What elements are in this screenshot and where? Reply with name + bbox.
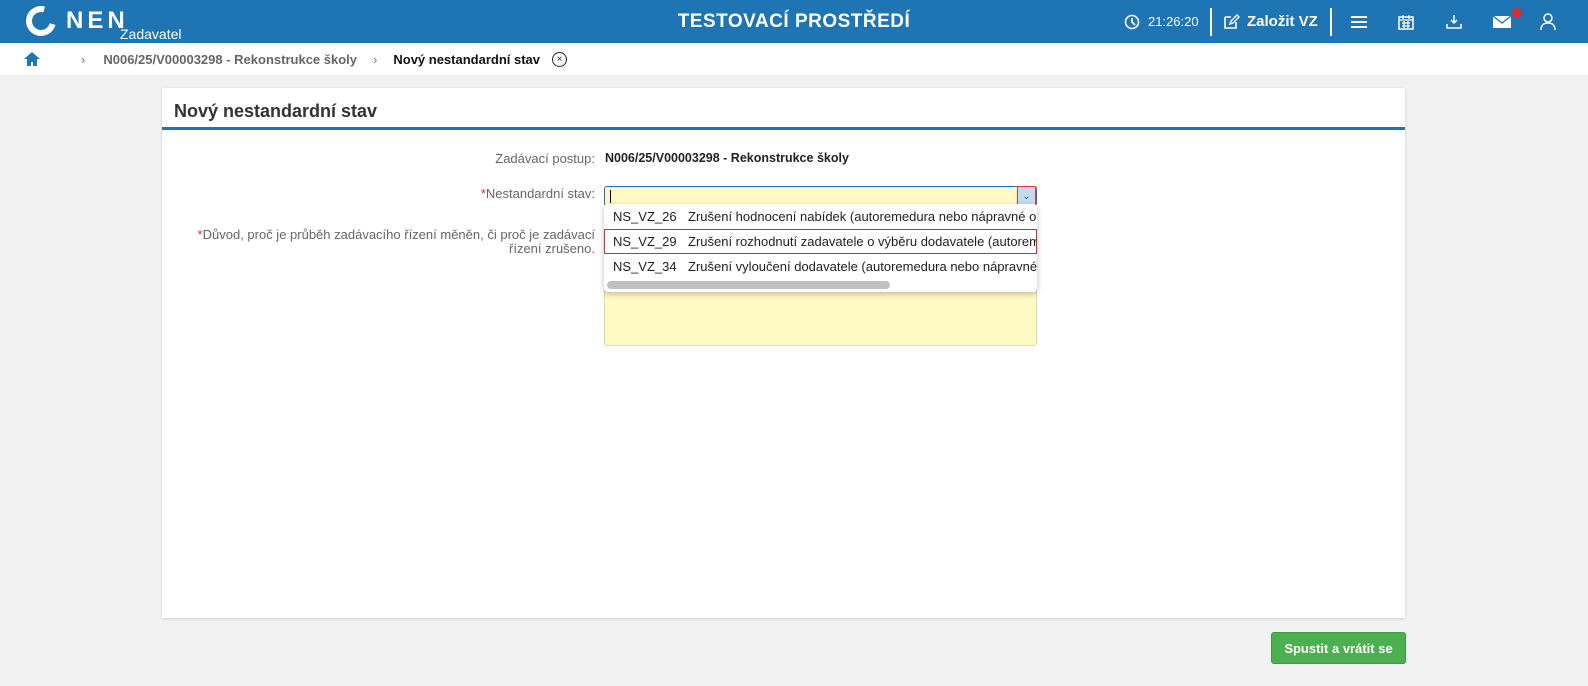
nen-logo-icon[interactable] [20,0,62,42]
mail-icon [1493,14,1511,28]
submit-button[interactable]: Spustit a vrátit se [1271,632,1406,664]
clock-icon [1124,14,1140,29]
text-cursor [610,190,611,203]
state-dropdown-list: NS_VZ_26 Zrušení hodnocení nabídek (autor… [604,204,1037,292]
user-button[interactable] [1540,0,1556,43]
chevron-down-icon[interactable]: ⌄ [1017,186,1036,206]
procedure-value: N006/25/V00003298 - Rekonstrukce školy [605,151,849,165]
calendar-icon [1398,14,1414,30]
time: 21:26:20 [1148,14,1199,29]
download-icon [1446,14,1462,29]
user-icon [1540,12,1556,30]
messages-button[interactable] [1493,0,1522,43]
form-card: Nový nestandardní stav Zadávací postup: … [162,88,1405,618]
chevron-right-icon: › [81,51,86,67]
chevron-right-icon: › [373,51,378,67]
horizontal-scrollbar[interactable] [607,281,890,289]
edit-icon [1224,14,1240,29]
clock: 21:26:20 [1124,0,1199,43]
reason-label: *Důvod, proč je průběh zadávacího řízení… [197,227,595,256]
breadcrumb-current: Nový nestandardní stav [393,51,541,67]
divider [1330,8,1332,36]
top-header: NEN Zadavatel TESTOVACÍ PROSTŘEDÍ 21:26:… [0,0,1588,43]
role-label: Zadavatel [120,26,182,42]
create-vz-button[interactable]: Založit VZ [1223,0,1318,43]
dropdown-option[interactable]: NS_VZ_26 Zrušení hodnocení nabídek (autor… [604,204,1037,229]
procedure-label: Zadávací postup: [495,151,595,166]
close-icon[interactable]: × [552,51,568,67]
hamburger-icon [1351,15,1367,28]
download-button[interactable] [1446,0,1462,43]
create-vz-label: Založit VZ [1247,13,1318,30]
home-icon[interactable] [23,51,41,67]
breadcrumb-item[interactable]: N006/25/V00003298 - Rekonstrukce školy [103,52,357,67]
state-combobox[interactable]: ⌄ [604,186,1037,206]
state-label: *Nestandardní stav: [480,186,595,201]
dropdown-option[interactable]: NS_VZ_29 Zrušení rozhodnutí zadavatele o … [604,229,1037,254]
notification-badge [1512,8,1522,18]
page-title: Nový nestandardní stav [162,88,1405,130]
divider [1210,8,1212,36]
calendar-button[interactable] [1398,0,1414,43]
menu-button[interactable] [1351,0,1367,43]
breadcrumb: › N006/25/V00003298 - Rekonstrukce školy… [0,43,1588,75]
environment-title: TESTOVACÍ PROSTŘEDÍ [677,11,911,32]
dropdown-option[interactable]: NS_VZ_34 Zrušení vyloučení dodavatele (au… [604,254,1037,279]
